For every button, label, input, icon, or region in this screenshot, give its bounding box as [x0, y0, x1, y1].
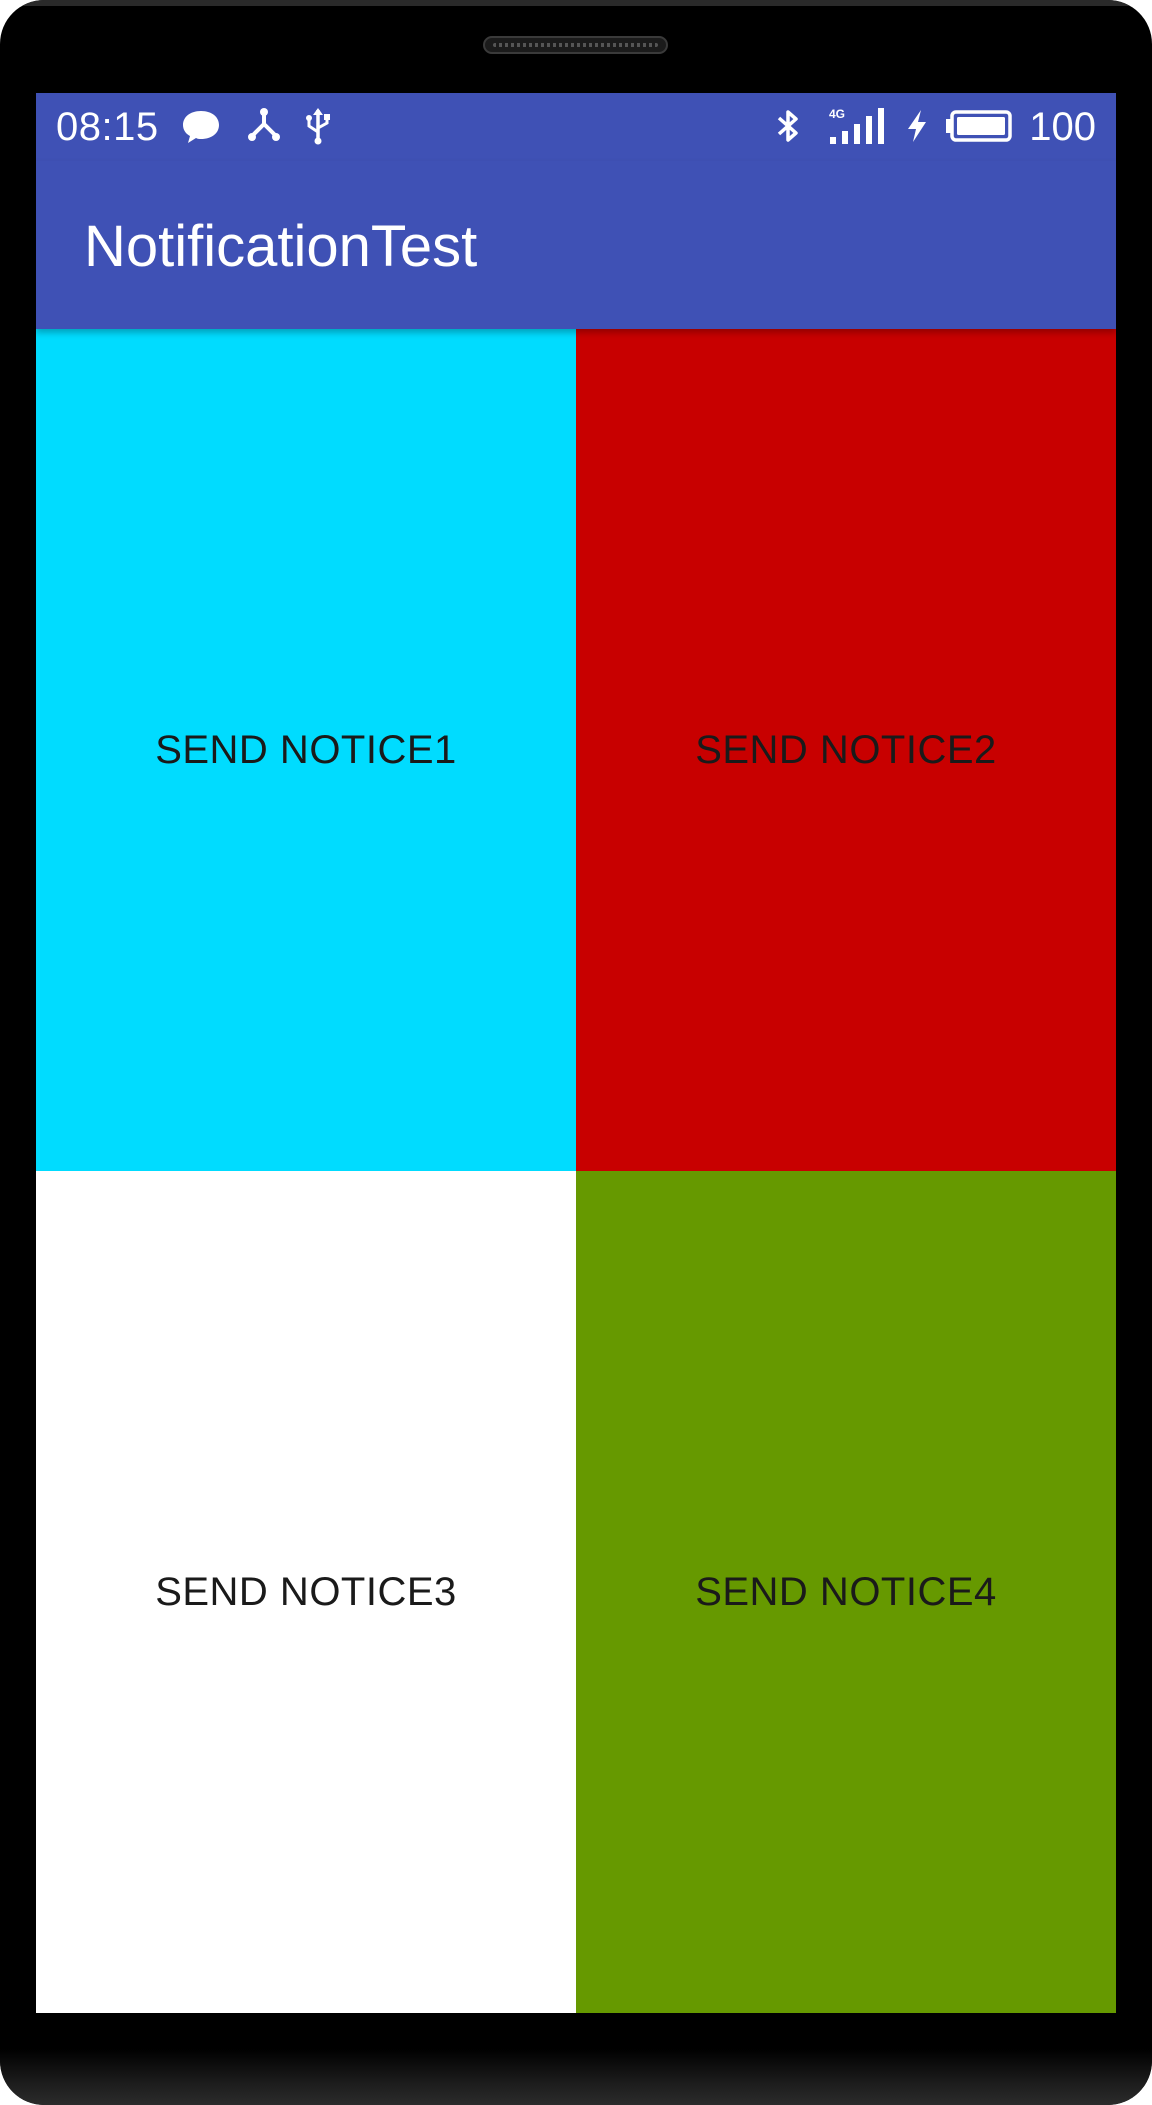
- app-bar: NotificationTest: [36, 161, 1116, 329]
- network-label: 4G: [829, 107, 845, 121]
- send-notice4-button[interactable]: SEND NOTICE4: [576, 1171, 1116, 2013]
- send-notice2-button[interactable]: SEND NOTICE2: [576, 329, 1116, 1171]
- usb-icon: [298, 106, 338, 146]
- status-time: 08:15: [56, 105, 159, 149]
- battery-icon: [944, 106, 1012, 146]
- phone-frame: 08:15 4G 100 NotificationTest SEND NOTIC…: [0, 0, 1152, 2105]
- bluetooth-icon: [768, 106, 808, 146]
- battery-level: 100: [1029, 105, 1096, 149]
- send-notice4-label: SEND NOTICE4: [695, 1569, 997, 1614]
- send-notice3-label: SEND NOTICE3: [155, 1569, 457, 1614]
- earpiece-speaker: [483, 36, 668, 54]
- send-notice1-label: SEND NOTICE1: [155, 727, 457, 772]
- status-bar: 08:15 4G 100: [36, 93, 1116, 161]
- app-title: NotificationTest: [84, 214, 478, 279]
- send-notice3-button[interactable]: SEND NOTICE3: [36, 1171, 576, 2013]
- screen: 08:15 4G 100 NotificationTest SEND NOTIC…: [36, 93, 1116, 2013]
- charging-icon: [904, 106, 930, 146]
- share-hub-icon: [244, 106, 284, 146]
- phone-chin: [0, 2049, 1152, 2105]
- button-grid: SEND NOTICE1 SEND NOTICE2 SEND NOTICE3 S…: [36, 329, 1116, 2013]
- signal-4g-icon: 4G: [828, 106, 886, 146]
- send-notice2-label: SEND NOTICE2: [695, 727, 997, 772]
- send-notice1-button[interactable]: SEND NOTICE1: [36, 329, 576, 1171]
- chat-bubble-icon: [181, 106, 221, 146]
- bezel-highlight: [18, 0, 1134, 6]
